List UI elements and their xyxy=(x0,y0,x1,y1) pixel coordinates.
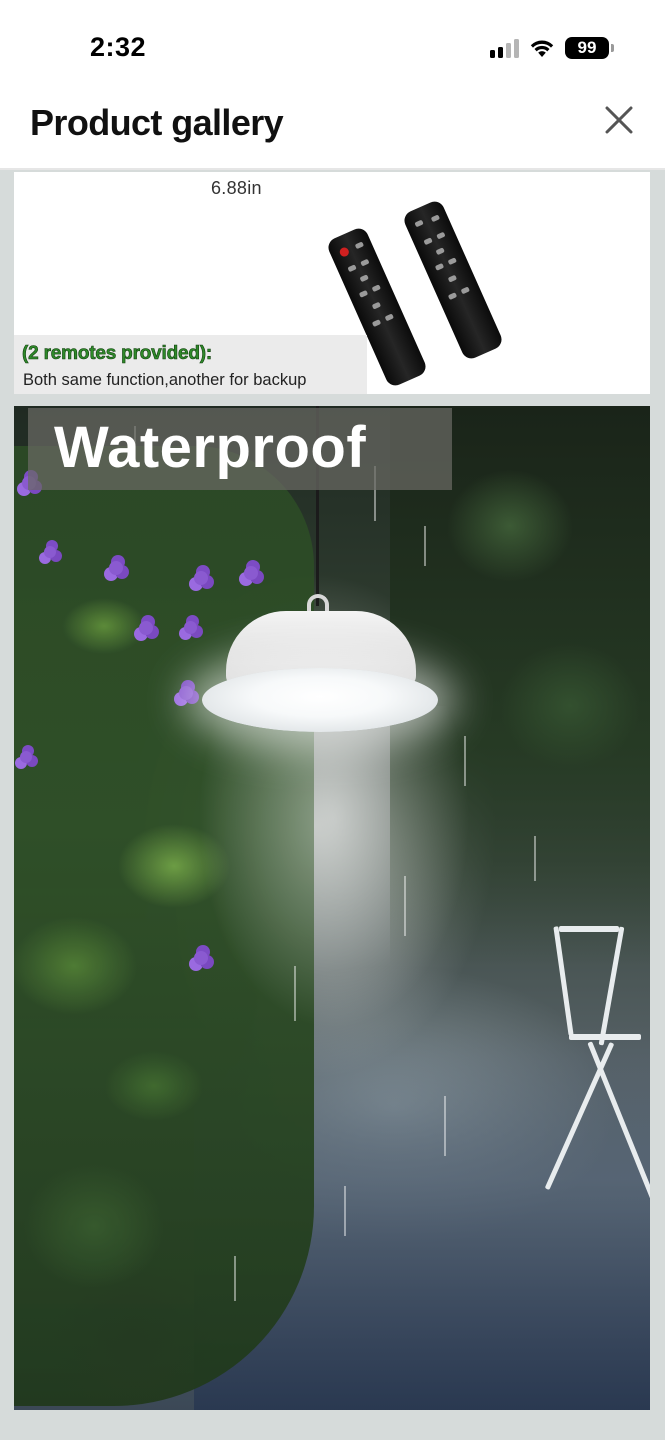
status-time: 2:32 xyxy=(90,32,147,62)
rain-streak xyxy=(344,1186,346,1236)
battery-indicator: 99 xyxy=(565,37,614,59)
patio-chair xyxy=(544,926,650,1206)
lamp-light-panel xyxy=(202,668,438,732)
gallery-scroll-area[interactable]: 6.88in (2 remotes provided): Both same f… xyxy=(0,170,665,1440)
flower-cluster xyxy=(194,571,208,585)
close-button[interactable] xyxy=(599,100,639,140)
gallery-image-remotes[interactable]: 6.88in (2 remotes provided): Both same f… xyxy=(14,172,650,394)
title-overlay: Waterproof xyxy=(28,408,452,490)
flower-cluster xyxy=(109,561,123,575)
caption-highlight: (2 remotes provided): xyxy=(22,343,213,365)
wifi-icon xyxy=(530,40,554,57)
status-icons: 99 xyxy=(490,37,614,59)
cellular-signal-icon xyxy=(490,38,519,58)
flower-cluster xyxy=(184,621,197,634)
rain-streak xyxy=(424,526,426,566)
page-title: Product gallery xyxy=(30,102,284,143)
rain-streak xyxy=(444,1096,446,1156)
caption-box: (2 remotes provided): Both same function… xyxy=(14,335,367,394)
overlay-title: Waterproof xyxy=(54,415,367,480)
caption-text: Both same function,another for backup xyxy=(23,371,307,389)
flower-cluster xyxy=(20,751,32,763)
rain-streak xyxy=(294,966,296,1021)
rain-streak xyxy=(534,836,536,881)
gallery-image-waterproof[interactable]: Waterproof xyxy=(14,406,650,1410)
gallery-header: Product gallery xyxy=(0,92,665,170)
close-icon xyxy=(605,106,633,134)
flower-cluster xyxy=(179,686,193,700)
status-bar: 2:32 99 xyxy=(0,0,665,92)
flower-cluster xyxy=(244,566,258,580)
flower-cluster xyxy=(139,621,153,635)
dimension-label: 6.88in xyxy=(211,178,262,198)
rain-streak xyxy=(464,736,466,786)
flower-cluster xyxy=(44,546,56,558)
battery-level: 99 xyxy=(577,38,597,57)
light-beam xyxy=(154,706,514,1266)
rain-streak xyxy=(234,1256,236,1301)
rain-streak xyxy=(404,876,406,936)
remote-control-image xyxy=(401,198,505,362)
